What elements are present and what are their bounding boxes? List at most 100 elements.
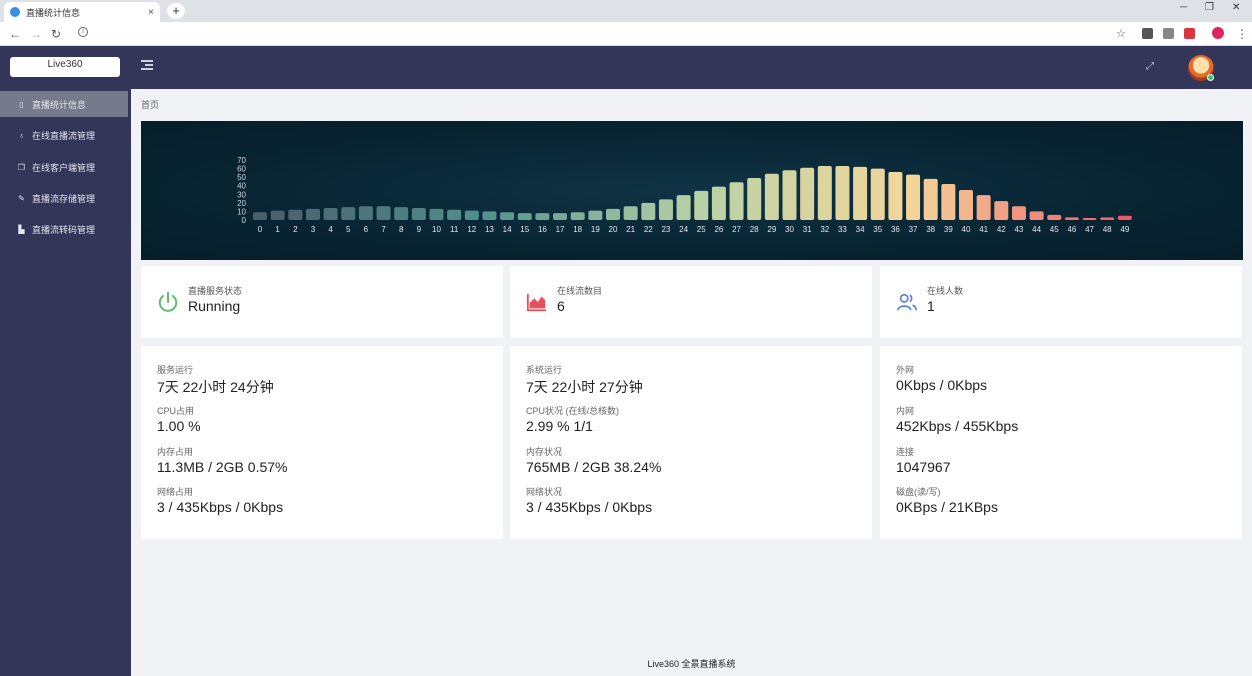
bookmark-star-icon[interactable]: ☆	[1116, 26, 1126, 42]
chart-bar[interactable]	[341, 207, 356, 220]
memory-usage-value: 11.3MB / 2GB 0.57%	[157, 459, 288, 475]
chart-bar[interactable]	[800, 167, 815, 220]
sidebar-item-stats[interactable]: ▯ 直播统计信息	[0, 91, 128, 117]
close-window-icon[interactable]: ✕	[1232, 2, 1240, 13]
chart-bar[interactable]	[835, 166, 850, 220]
copy-icon: ❐	[17, 162, 26, 172]
chart-bar[interactable]	[553, 213, 568, 220]
memory-status-value: 765MB / 2GB 38.24%	[526, 459, 662, 475]
chart-bar[interactable]	[1082, 218, 1097, 220]
x-tick-label: 46	[1067, 225, 1076, 234]
chart-bar[interactable]	[270, 210, 285, 220]
chart-bar[interactable]	[782, 170, 797, 220]
breadcrumb[interactable]: 首页	[141, 98, 159, 111]
extension-graph-icon[interactable]	[1163, 28, 1174, 39]
fullscreen-icon[interactable]: ⤢	[1146, 61, 1154, 72]
browser-tab[interactable]: 直播统计信息 ×	[4, 2, 160, 22]
chart-bar[interactable]	[870, 168, 885, 220]
sidebar-item-label: 在线直播流管理	[32, 130, 96, 141]
site-info-icon[interactable]: i	[78, 27, 88, 37]
chart-bar[interactable]	[817, 166, 832, 220]
chart-bar[interactable]	[976, 195, 991, 220]
chart-bar[interactable]	[1047, 214, 1062, 220]
chart-bar[interactable]	[853, 166, 868, 220]
chart-bar[interactable]	[570, 212, 585, 220]
chart-bar[interactable]	[323, 208, 338, 220]
footer: Live360 全景直播系统	[647, 659, 736, 669]
x-tick-label: 23	[661, 225, 670, 234]
chart-bar[interactable]	[1064, 217, 1079, 220]
x-tick-label: 19	[591, 225, 600, 234]
x-tick-label: 39	[944, 225, 953, 234]
sidebar-item-label: 直播流存储管理	[32, 193, 96, 204]
chart-bar[interactable]	[747, 178, 762, 220]
extension-video-icon[interactable]	[1184, 28, 1195, 39]
chart-bar[interactable]	[959, 190, 973, 220]
chart-bar[interactable]	[358, 206, 373, 220]
extension-shield-icon[interactable]	[1142, 28, 1153, 39]
chart-bar[interactable]	[676, 195, 691, 220]
chart-bar[interactable]	[941, 184, 956, 220]
menu-toggle-icon[interactable]	[141, 60, 153, 72]
sidebar-item-clients[interactable]: ❐ 在线客户端管理	[0, 154, 131, 180]
browser-tabbar: 直播统计信息 × + ─ ❐ ✕	[0, 0, 1252, 22]
chart-bar[interactable]	[729, 182, 744, 220]
chart-bar[interactable]	[764, 173, 779, 220]
x-tick-label: 49	[1120, 225, 1129, 234]
wan-label: 外网	[896, 365, 915, 375]
chart-bar[interactable]	[1117, 215, 1132, 220]
sidebar-item-streams[interactable]: ♁ 在线直播流管理	[0, 122, 131, 148]
x-tick-label: 33	[838, 225, 847, 234]
chart-bar[interactable]	[253, 212, 267, 220]
chart-bar[interactable]	[288, 209, 303, 220]
service-detail-panel: 服务运行 7天 22小时 24分钟 CPU占用 1.00 % 内存占用 11.3…	[141, 346, 503, 539]
tab-close-icon[interactable]: ×	[148, 7, 154, 18]
lan-label: 内网	[896, 406, 915, 416]
sidebar-item-storage[interactable]: ✎ 直播流存储管理	[0, 185, 131, 211]
minimize-icon[interactable]: ─	[1180, 2, 1187, 13]
new-tab-button[interactable]: +	[167, 3, 185, 19]
chart-bar[interactable]	[482, 211, 497, 220]
chart-bar[interactable]	[888, 172, 903, 220]
sidebar-item-transcode[interactable]: ▙ 直播流转码管理	[0, 216, 131, 242]
profile-icon[interactable]	[1212, 27, 1224, 39]
chart-bar[interactable]	[1029, 211, 1044, 220]
chart-bar[interactable]	[658, 199, 673, 220]
forward-icon[interactable]: →	[30, 26, 42, 42]
chart-bar[interactable]	[376, 206, 391, 220]
chart-bar[interactable]	[394, 207, 409, 220]
chart-bar[interactable]	[429, 208, 444, 220]
x-tick-label: 8	[399, 225, 404, 234]
chart-bar[interactable]	[623, 206, 638, 220]
chart-bar[interactable]	[500, 212, 515, 220]
system-uptime-label: 系统运行	[526, 365, 563, 375]
chart-bar[interactable]	[517, 213, 532, 220]
chart-bar[interactable]	[906, 174, 921, 220]
logo[interactable]: Live360	[10, 57, 120, 77]
chart-bar[interactable]	[923, 178, 938, 220]
x-tick-label: 38	[926, 225, 935, 234]
chart-bar[interactable]	[535, 213, 550, 220]
lan-value: 452Kbps / 455Kbps	[896, 418, 1019, 434]
disk-io-label: 磁盘(读/写)	[896, 487, 941, 497]
chart-bar[interactable]	[411, 208, 426, 220]
x-tick-label: 35	[873, 225, 882, 234]
chart-bar[interactable]	[1100, 217, 1115, 220]
chart-bar[interactable]	[606, 208, 620, 220]
chart-bar[interactable]	[1011, 206, 1026, 220]
chart-bar[interactable]	[994, 201, 1009, 220]
wan-value: 0Kbps / 0Kbps	[896, 377, 988, 393]
reload-icon[interactable]: ↻	[51, 26, 61, 42]
chart-bar[interactable]	[588, 210, 603, 220]
maximize-icon[interactable]: ❐	[1205, 2, 1214, 13]
chart-bar[interactable]	[464, 210, 479, 220]
service-status-value: Running	[188, 298, 241, 314]
back-icon[interactable]: ←	[9, 26, 21, 42]
chart-bar[interactable]	[694, 190, 709, 220]
chart-bar[interactable]	[711, 186, 726, 220]
browser-menu-icon[interactable]: ⋮	[1236, 26, 1248, 42]
chart-bar[interactable]	[305, 208, 320, 220]
chart-bar[interactable]	[641, 202, 656, 220]
chart-bar[interactable]	[447, 209, 462, 220]
url-input[interactable]	[90, 26, 266, 42]
